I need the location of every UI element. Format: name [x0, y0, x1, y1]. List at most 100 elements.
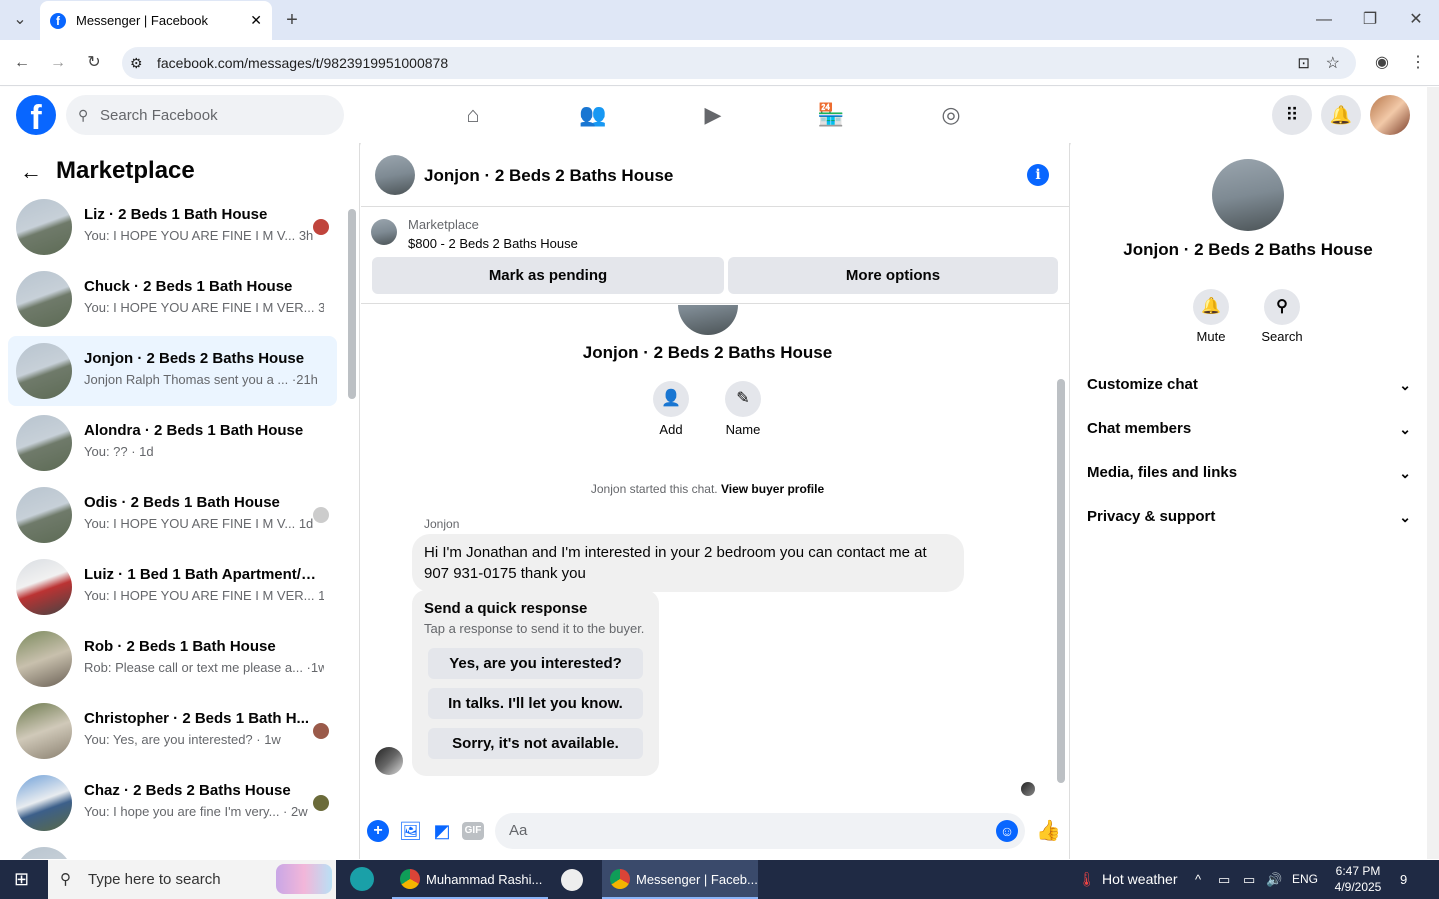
- search-conversation-button[interactable]: ⚲: [1264, 289, 1300, 325]
- sticker-icon[interactable]: ◩: [431, 820, 453, 842]
- forward-icon[interactable]: →: [46, 51, 70, 75]
- browser-tab[interactable]: f Messenger | Facebook ✕: [40, 1, 272, 40]
- conversation-item[interactable]: Chuck · 2 Beds 1 Bath House You: I HOPE …: [8, 264, 337, 334]
- taskbar-app-icon[interactable]: [561, 869, 583, 891]
- quick-response-yes[interactable]: Yes, are you interested?: [428, 648, 643, 679]
- quick-response-in-talks[interactable]: In talks. I'll let you know.: [428, 688, 643, 719]
- conversation-item[interactable]: Chaz · 2 Beds 2 Baths House You: I hope …: [8, 768, 337, 838]
- reload-icon[interactable]: ↻: [82, 51, 106, 75]
- account-avatar[interactable]: [1370, 95, 1410, 135]
- conversation-snippet: Rob: Please call or text me please a... …: [84, 660, 324, 675]
- edge-browser-icon[interactable]: [350, 867, 374, 891]
- emoji-icon[interactable]: ☺: [996, 820, 1018, 842]
- chat-title[interactable]: Jonjon · 2 Beds 2 Baths House: [424, 166, 673, 186]
- back-arrow-icon[interactable]: ←: [20, 159, 42, 185]
- conversation-item-active[interactable]: Jonjon · 2 Beds 2 Baths House Jonjon Ral…: [8, 336, 337, 406]
- section-label: Media, files and links: [1087, 464, 1238, 481]
- conversation-snippet: Jonjon Ralph Thomas sent you a ... ·21h: [84, 372, 318, 387]
- site-info-icon[interactable]: ⚙: [130, 55, 143, 72]
- read-receipt-avatar: [313, 219, 329, 235]
- mark-as-pending-button[interactable]: Mark as pending: [372, 257, 724, 294]
- conversation-item[interactable]: Alondra · 2 Beds 1 Bath House You: ?? · …: [8, 408, 337, 478]
- privacy-support-section[interactable]: Privacy & support ⌄: [1087, 495, 1411, 539]
- sender-name: Jonjon: [424, 517, 460, 531]
- windows-start-icon[interactable]: ⊞: [14, 860, 29, 899]
- notification-center-icon[interactable]: 9: [1400, 860, 1407, 899]
- message-input[interactable]: Aa: [495, 813, 1025, 849]
- conversation-item[interactable]: Rob · 2 Beds 1 Bath House Rob: Please ca…: [8, 624, 337, 694]
- conversation-snippet: You: I HOPE YOU ARE FINE I M VER... 3h: [84, 300, 324, 315]
- incoming-message[interactable]: Hi I'm Jonathan and I'm interested in yo…: [412, 534, 964, 592]
- taskbar-messenger-window[interactable]: Messenger | Faceb...: [602, 860, 758, 899]
- search-icon: ⚲: [60, 871, 71, 888]
- conversation-item[interactable]: Odis · 2 Beds 1 Bath House You: I HOPE Y…: [8, 480, 337, 550]
- media-files-links-section[interactable]: Media, files and links ⌄: [1087, 451, 1411, 495]
- clock[interactable]: 6:47 PM 4/9/2025: [1326, 863, 1390, 895]
- tab-close-icon[interactable]: ✕: [250, 12, 262, 29]
- conversation-item[interactable]: [8, 840, 337, 859]
- video-icon[interactable]: ▶: [693, 99, 733, 131]
- window-close-icon[interactable]: ✕: [1404, 8, 1428, 32]
- chrome-icon: [400, 869, 420, 889]
- listing-thumbnail[interactable]: [371, 219, 397, 245]
- chat-avatar[interactable]: [375, 155, 415, 195]
- chat-members-section[interactable]: Chat members ⌄: [1087, 407, 1411, 451]
- taskbar-chrome-window[interactable]: Muhammad Rashi...: [392, 860, 548, 899]
- friends-icon[interactable]: 👥: [573, 99, 613, 131]
- search-icon: ⚲: [78, 106, 89, 123]
- conversation-item[interactable]: Luiz · 1 Bed 1 Bath Apartment/co... You:…: [8, 552, 337, 622]
- add-button[interactable]: 👤: [653, 381, 689, 417]
- section-label: Customize chat: [1087, 376, 1198, 393]
- gif-icon[interactable]: GIF: [462, 822, 484, 840]
- thumbs-up-icon[interactable]: 👍: [1036, 820, 1061, 842]
- language-indicator[interactable]: ENG: [1292, 860, 1318, 899]
- weather-widget[interactable]: 🌡 Hot weather: [1072, 860, 1177, 899]
- page-scrollbar[interactable]: [1427, 87, 1439, 859]
- listing-thumbnail: [16, 631, 72, 687]
- chrome-icon: [610, 869, 630, 889]
- home-icon[interactable]: ⌂: [453, 99, 493, 131]
- taskbar-app-label: Messenger | Faceb...: [636, 872, 758, 887]
- notifications-icon[interactable]: 🔔: [1321, 95, 1361, 135]
- search-placeholder: Search Facebook: [100, 106, 218, 124]
- show-hidden-icons[interactable]: ^: [1195, 860, 1201, 899]
- photo-icon[interactable]: 🖼: [399, 820, 422, 842]
- mute-button[interactable]: 🔔: [1193, 289, 1229, 325]
- marketplace-icon[interactable]: 🏪: [811, 99, 851, 131]
- volume-icon[interactable]: 🔊: [1266, 860, 1282, 899]
- facebook-search-input[interactable]: ⚲ Search Facebook: [66, 95, 344, 135]
- tab-list-icon[interactable]: ⌄: [8, 8, 32, 32]
- name-button[interactable]: ✎: [725, 381, 761, 417]
- address-bar[interactable]: ⚙ facebook.com/messages/t/98239199510008…: [122, 47, 1356, 79]
- back-icon[interactable]: ←: [10, 51, 34, 75]
- chevron-down-icon: ⌄: [1399, 509, 1411, 525]
- conversation-list-scrollbar[interactable]: [348, 209, 356, 399]
- more-options-button[interactable]: More options: [728, 257, 1058, 294]
- conversation-item[interactable]: Liz · 2 Beds 1 Bath House You: I HOPE YO…: [8, 192, 337, 262]
- customize-chat-section[interactable]: Customize chat ⌄: [1087, 363, 1411, 407]
- tray-icon[interactable]: ▭: [1218, 860, 1230, 899]
- listing-detail[interactable]: $800 - 2 Beds 2 Baths House: [408, 236, 578, 251]
- restore-icon[interactable]: ❐: [1358, 8, 1382, 32]
- info-icon[interactable]: i: [1027, 164, 1049, 186]
- chat-started-notice: Jonjon started this chat. View buyer pro…: [361, 482, 1054, 496]
- bookmark-star-icon[interactable]: ☆: [1326, 53, 1340, 73]
- browser-menu-icon[interactable]: ⋮: [1406, 51, 1430, 75]
- message-scrollbar[interactable]: [1057, 379, 1065, 783]
- facebook-logo[interactable]: f: [16, 95, 56, 135]
- new-tab-icon[interactable]: +: [280, 8, 304, 32]
- taskbar-app-label: Muhammad Rashi...: [426, 872, 543, 887]
- view-buyer-profile-link[interactable]: View buyer profile: [721, 482, 824, 496]
- conversation-name: Alondra · 2 Beds 1 Bath House: [84, 422, 304, 439]
- taskbar-search-input[interactable]: ⚲ Type here to search: [48, 860, 336, 899]
- sender-avatar: [375, 747, 403, 775]
- menu-grid-icon[interactable]: ⠿: [1272, 95, 1312, 135]
- plus-icon[interactable]: +: [367, 820, 389, 842]
- quick-response-not-available[interactable]: Sorry, it's not available.: [428, 728, 643, 759]
- minimize-icon[interactable]: —: [1312, 8, 1336, 32]
- network-icon[interactable]: ▭: [1243, 860, 1255, 899]
- install-app-icon[interactable]: ⊡: [1297, 54, 1310, 72]
- profile-icon[interactable]: ◉: [1370, 51, 1394, 75]
- conversation-item[interactable]: Christopher · 2 Beds 1 Bath H... You: Ye…: [8, 696, 337, 766]
- groups-icon[interactable]: ◎: [931, 99, 971, 131]
